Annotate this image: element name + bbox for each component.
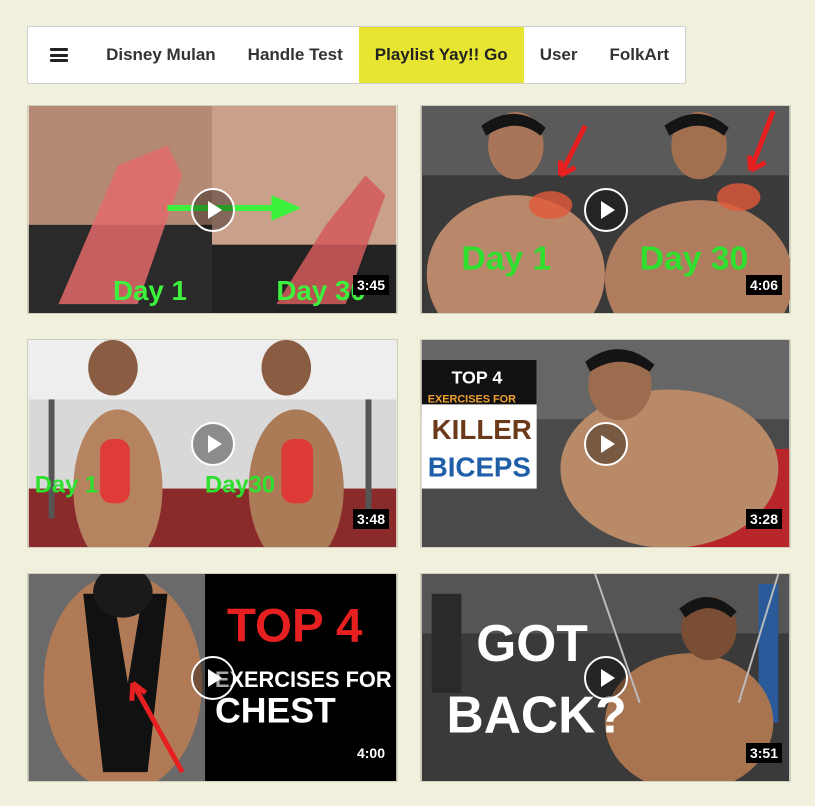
video-card[interactable]: Day 1 Day30 3:48 — [27, 339, 398, 548]
nav-item-playlist[interactable]: Playlist Yay!! Go — [358, 27, 524, 83]
play-icon[interactable] — [583, 421, 628, 466]
thumbnail-caption: Day 1 — [113, 275, 187, 306]
video-card[interactable]: GOT BACK? 3:51 — [420, 573, 791, 782]
thumbnail-caption: BICEPS — [428, 452, 531, 483]
nav-item-handle-test[interactable]: Handle Test — [232, 27, 359, 83]
play-icon[interactable] — [583, 655, 628, 700]
video-duration: 3:45 — [352, 275, 389, 295]
thumbnail-caption: EXERCISES FOR — [428, 393, 516, 405]
thumbnail-caption: Day30 — [205, 472, 275, 499]
nav-item-disney-mulan[interactable]: Disney Mulan — [90, 27, 232, 83]
thumbnail-caption: Day 1 — [461, 240, 551, 277]
play-icon[interactable] — [190, 421, 235, 466]
video-card[interactable]: Day 1 Day 30 4:06 — [420, 105, 791, 314]
thumbnail-caption: Day 30 — [640, 240, 749, 277]
video-duration: 3:51 — [745, 743, 782, 763]
nav-item-folkart[interactable]: FolkArt — [594, 27, 686, 83]
thumbnail-caption: GOT — [476, 614, 588, 672]
playlist-navbar: Disney Mulan Handle Test Playlist Yay!! … — [27, 26, 686, 84]
menu-button[interactable] — [28, 27, 90, 83]
video-duration: 3:28 — [745, 509, 782, 529]
play-icon[interactable] — [190, 655, 235, 700]
nav-item-user[interactable]: User — [524, 27, 594, 83]
video-card[interactable]: TOP 4 EXERCISES FOR CHEST 4:00 — [27, 573, 398, 782]
play-icon[interactable] — [190, 187, 235, 232]
video-card[interactable]: TOP 4 EXERCISES FOR KILLER BICEPS 3:28 — [420, 339, 791, 548]
thumbnail-caption: CHEST — [215, 691, 336, 731]
thumbnail-caption: Day 1 — [35, 472, 98, 499]
video-duration: 4:00 — [352, 743, 389, 763]
thumbnail-caption: KILLER — [432, 414, 532, 445]
hamburger-menu-icon — [50, 48, 69, 62]
play-icon[interactable] — [583, 187, 628, 232]
thumbnail-caption: TOP 4 — [451, 368, 502, 388]
video-duration: 4:06 — [745, 275, 782, 295]
thumbnail-caption: TOP 4 — [227, 599, 363, 652]
video-card[interactable]: Day 1 Day 30 3:45 — [27, 105, 398, 314]
thumbnail-caption: EXERCISES FOR — [215, 667, 392, 692]
video-duration: 3:48 — [352, 509, 389, 529]
